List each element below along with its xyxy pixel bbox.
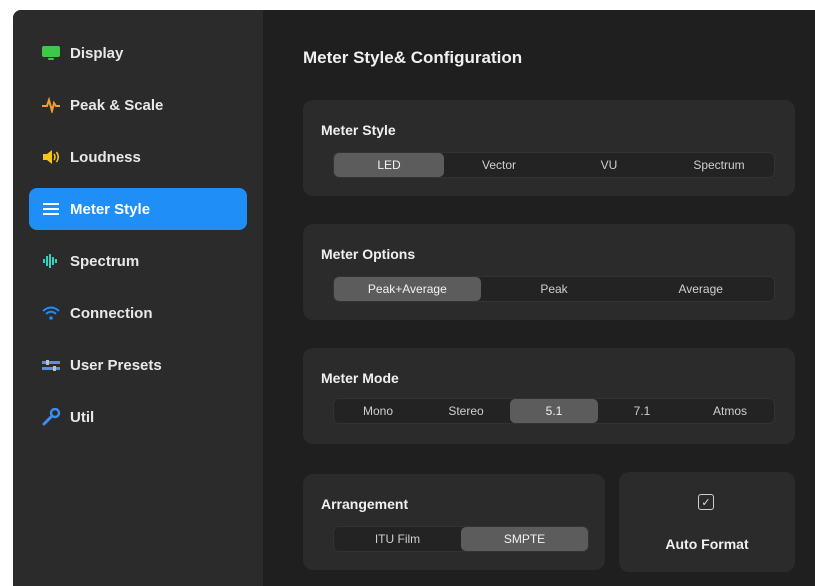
- presets-icon: [41, 355, 61, 375]
- sidebar: Display Peak & Scale Loudness Meter Styl…: [13, 10, 263, 586]
- auto-format-checkbox[interactable]: ✓: [698, 494, 714, 510]
- monitor-icon: [41, 43, 61, 63]
- auto-format-label: Auto Format: [665, 536, 749, 552]
- segment-vector[interactable]: Vector: [444, 153, 554, 177]
- meter-mode-title: Meter Mode: [321, 370, 399, 386]
- wrench-icon: [41, 407, 61, 427]
- sidebar-item-display[interactable]: Display: [29, 32, 247, 74]
- segment-atmos[interactable]: Atmos: [686, 399, 774, 423]
- segment-peak[interactable]: Peak: [481, 277, 628, 301]
- sidebar-item-label: Loudness: [70, 148, 141, 166]
- meter-mode-card: Meter Mode Mono Stereo 5.1 7.1 Atmos: [303, 348, 795, 444]
- sidebar-item-label: Peak & Scale: [70, 96, 164, 114]
- speaker-icon: [41, 147, 61, 167]
- main-panel: Meter Style& Configuration Meter Style L…: [263, 10, 815, 586]
- meter-options-card: Meter Options Peak+Average Peak Average: [303, 224, 795, 320]
- arrangement-segmented: ITU Film SMPTE: [333, 526, 589, 552]
- segment-itu-film[interactable]: ITU Film: [334, 527, 461, 551]
- meter-style-title: Meter Style: [321, 122, 396, 138]
- sidebar-item-user-presets[interactable]: User Presets: [29, 344, 247, 386]
- sidebar-item-label: Meter Style: [70, 200, 151, 218]
- sidebar-item-peak-scale[interactable]: Peak & Scale: [29, 84, 247, 126]
- sidebar-item-meter-style[interactable]: Meter Style: [29, 188, 247, 230]
- segment-peak-average[interactable]: Peak+Average: [334, 277, 481, 301]
- sidebar-item-spectrum[interactable]: Spectrum: [29, 240, 247, 282]
- page-title: Meter Style& Configuration: [303, 48, 523, 67]
- sidebar-item-label: Display: [70, 44, 124, 62]
- waveform-icon: [41, 95, 61, 115]
- meter-style-card: Meter Style LED Vector VU Spectrum: [303, 100, 795, 196]
- sidebar-item-label: Connection: [70, 304, 153, 322]
- segment-led[interactable]: LED: [334, 153, 444, 177]
- sidebar-item-loudness[interactable]: Loudness: [29, 136, 247, 178]
- sidebar-item-label: Spectrum: [70, 252, 140, 270]
- segment-average[interactable]: Average: [627, 277, 774, 301]
- segment-5-1[interactable]: 5.1: [510, 399, 598, 423]
- segment-7-1[interactable]: 7.1: [598, 399, 686, 423]
- list-icon: [41, 199, 61, 219]
- segment-smpte[interactable]: SMPTE: [461, 527, 588, 551]
- meter-options-segmented: Peak+Average Peak Average: [333, 276, 775, 302]
- app-window: Display Peak & Scale Loudness Meter Styl…: [13, 10, 815, 586]
- segment-spectrum[interactable]: Spectrum: [664, 153, 774, 177]
- spectrum-icon: [41, 251, 61, 271]
- sidebar-item-label: User Presets: [70, 356, 162, 374]
- meter-options-title: Meter Options: [321, 246, 416, 262]
- wifi-icon: [41, 303, 61, 323]
- meter-style-segmented: LED Vector VU Spectrum: [333, 152, 775, 178]
- arrangement-card: Arrangement ITU Film SMPTE: [303, 474, 605, 570]
- segment-mono[interactable]: Mono: [334, 399, 422, 423]
- sidebar-item-connection[interactable]: Connection: [29, 292, 247, 334]
- auto-format-card[interactable]: ✓ Auto Format: [619, 472, 795, 572]
- meter-mode-segmented: Mono Stereo 5.1 7.1 Atmos: [333, 398, 775, 424]
- sidebar-item-util[interactable]: Util: [29, 396, 247, 438]
- segment-vu[interactable]: VU: [554, 153, 664, 177]
- segment-stereo[interactable]: Stereo: [422, 399, 510, 423]
- arrangement-title: Arrangement: [321, 496, 409, 512]
- sidebar-item-label: Util: [70, 408, 95, 426]
